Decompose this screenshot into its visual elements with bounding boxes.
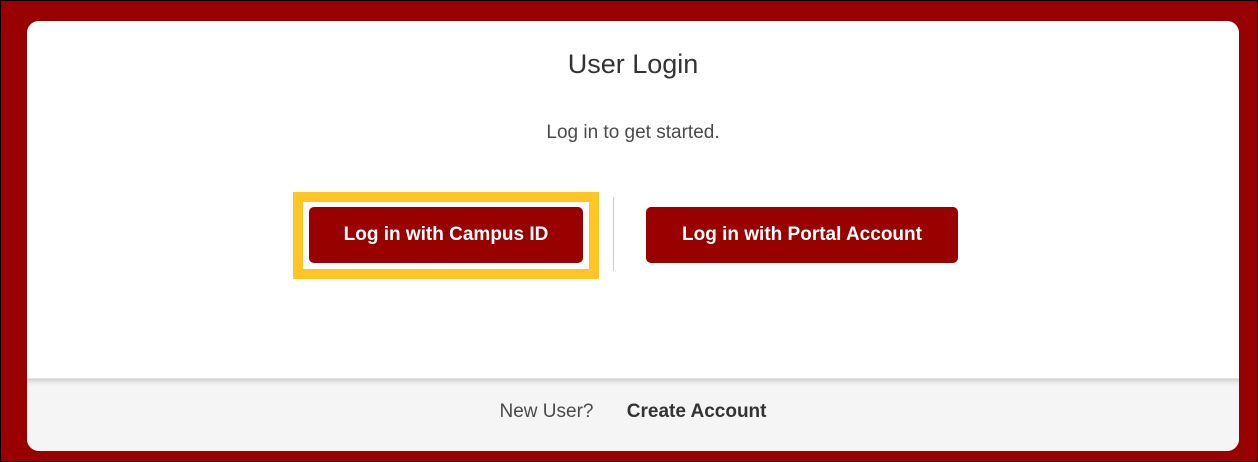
footer-content: New User? Create Account: [27, 401, 1239, 423]
login-card: User Login Log in to get started. Log in…: [27, 21, 1239, 451]
campus-id-login-button[interactable]: Log in with Campus ID: [309, 207, 583, 263]
login-subtitle: Log in to get started.: [546, 122, 720, 143]
page-title: User Login: [567, 49, 699, 79]
page-frame: User Login Log in to get started. Log in…: [0, 0, 1258, 462]
button-divider: [613, 197, 614, 271]
portal-account-login-button[interactable]: Log in with Portal Account: [646, 207, 958, 263]
new-user-text: New User?: [499, 401, 594, 422]
create-account-link[interactable]: Create Account: [627, 401, 767, 422]
login-footer: New User? Create Account: [27, 378, 1239, 451]
login-card-body: User Login Log in to get started. Log in…: [27, 21, 1239, 378]
